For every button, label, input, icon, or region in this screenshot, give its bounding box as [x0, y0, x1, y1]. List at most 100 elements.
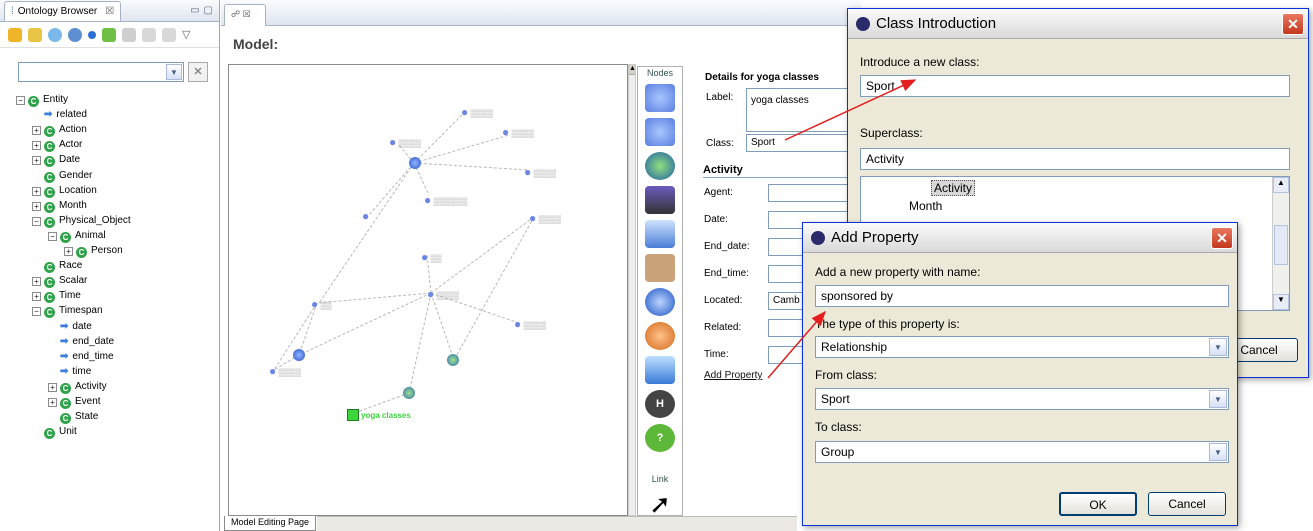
- tree-item-scalar[interactable]: + C Scalar: [32, 273, 87, 289]
- globe-node[interactable]: [409, 157, 421, 169]
- tree-item-animal[interactable]: − C Animal: [48, 228, 106, 243]
- chevron-down-icon[interactable]: ▼: [166, 64, 182, 80]
- cancel-button[interactable]: Cancel: [1148, 492, 1226, 516]
- collapse-icon[interactable]: −: [16, 96, 25, 105]
- tree-item-date[interactable]: ➡ date: [48, 319, 92, 334]
- expand-icon[interactable]: +: [32, 277, 41, 287]
- superclass-input[interactable]: Activity: [860, 148, 1290, 170]
- person-node[interactable]: ● ▒▒▒▒: [502, 125, 534, 139]
- activity-gear-icon[interactable]: [645, 186, 675, 214]
- group-node[interactable]: ● ▒▒▒▒: [529, 211, 561, 225]
- tree-item-end-date[interactable]: ➡ end_date: [48, 334, 114, 349]
- expand-icon[interactable]: +: [32, 156, 41, 166]
- refresh-icon[interactable]: [102, 27, 116, 42]
- tab-ontology-browser[interactable]: ⁞ Ontology Browser ☒: [4, 0, 122, 21]
- h-icon[interactable]: H: [645, 390, 675, 418]
- close-icon[interactable]: ✕: [1282, 13, 1304, 35]
- tree-scrollbar[interactable]: ▲ ▼: [1272, 177, 1289, 310]
- person-node[interactable]: ● ▒▒▒▒: [427, 287, 459, 301]
- tree-item-time[interactable]: ➡ time: [48, 364, 91, 379]
- expand-icon[interactable]: +: [48, 398, 57, 407]
- question-icon[interactable]: ?: [645, 424, 675, 452]
- expand-icon[interactable]: +: [32, 141, 41, 151]
- expand-icon[interactable]: +: [48, 382, 57, 392]
- sphere-icon[interactable]: [645, 288, 675, 316]
- clear-search-button[interactable]: ✕: [188, 62, 208, 82]
- property-name-input[interactable]: sponsored by: [815, 285, 1229, 307]
- person-node[interactable]: ● ▒▒▒▒: [514, 317, 546, 331]
- expand-icon[interactable]: +: [32, 201, 41, 211]
- collapse-icon[interactable]: −: [32, 216, 41, 226]
- open-folder-icon[interactable]: [28, 27, 42, 42]
- tree-item-timespan[interactable]: − C Timespan: [32, 303, 103, 319]
- tree-item-unit[interactable]: C Unit: [32, 424, 77, 440]
- chevron-down-icon[interactable]: ▼: [1209, 338, 1227, 356]
- tree-item-location[interactable]: + C Location: [32, 183, 97, 198]
- group-node[interactable]: ● ▒▒▒▒: [389, 135, 421, 149]
- person-icon[interactable]: [645, 84, 675, 112]
- tree-item-month[interactable]: + C Month: [32, 198, 87, 213]
- ok-button[interactable]: OK: [1059, 492, 1137, 516]
- expand-icon[interactable]: +: [32, 292, 41, 302]
- tree-item-person[interactable]: + C Person: [64, 243, 123, 258]
- collapse-icon[interactable]: −: [48, 231, 57, 241]
- expand-icon[interactable]: +: [64, 247, 73, 256]
- collapse-icon[interactable]: −: [32, 307, 41, 317]
- class-name-input[interactable]: Sport: [860, 75, 1290, 97]
- group-node[interactable]: ● ▒▒: [311, 297, 332, 311]
- expand-icon[interactable]: +: [32, 186, 41, 196]
- tree-item-gender[interactable]: C Gender: [32, 168, 92, 183]
- close-icon[interactable]: ☒: [105, 6, 114, 17]
- tree-item-selected[interactable]: Activity: [931, 180, 976, 196]
- add-property-icon[interactable]: [48, 27, 62, 42]
- from-class-select[interactable]: Sport ▼: [815, 388, 1229, 410]
- expand-icon[interactable]: +: [32, 126, 41, 136]
- document-icon[interactable]: [645, 322, 675, 350]
- tree-item-physical-object[interactable]: − C Physical_Object: [32, 213, 131, 228]
- tree-item-event[interactable]: + C Event: [48, 394, 101, 409]
- maximize-icon[interactable]: ▢: [204, 5, 213, 16]
- tree-item-related[interactable]: ➡ related: [32, 107, 87, 122]
- chevron-down-icon[interactable]: ▽: [182, 28, 190, 41]
- tree-item[interactable]: Month: [909, 199, 942, 213]
- home-icon[interactable]: [122, 27, 136, 42]
- link-arrow-icon[interactable]: ➚: [645, 490, 675, 518]
- tree-item-actor[interactable]: + C Actor: [32, 137, 82, 153]
- group-node[interactable]: ● ▒▒: [421, 250, 442, 264]
- tree-item-race[interactable]: C Race: [32, 258, 82, 274]
- person-node[interactable]: ● ▒▒▒▒: [524, 165, 556, 179]
- group-node[interactable]: ● ▒▒▒▒▒▒: [424, 193, 467, 207]
- group-icon[interactable]: [645, 118, 675, 146]
- physical-object-icon[interactable]: [645, 254, 675, 282]
- add-link-icon[interactable]: [68, 27, 82, 42]
- person-node[interactable]: ● ▒▒▒▒: [269, 364, 301, 378]
- close-icon[interactable]: ✕: [1211, 227, 1233, 249]
- tree-item-action[interactable]: + C Action: [32, 122, 87, 138]
- to-class-select[interactable]: Group ▼: [815, 441, 1229, 463]
- location-globe-icon[interactable]: [645, 152, 675, 180]
- tab-model-editing-page[interactable]: Model Editing Page: [224, 516, 317, 531]
- back-icon[interactable]: [142, 27, 156, 42]
- graph-scrollbar[interactable]: ▲: [628, 64, 636, 516]
- minimize-icon[interactable]: ▭: [190, 5, 199, 16]
- globe-node[interactable]: [403, 387, 415, 399]
- add-property-link[interactable]: Add Property: [704, 370, 762, 381]
- tree-item-state[interactable]: C State: [48, 409, 98, 425]
- class-field[interactable]: Sport: [746, 134, 860, 152]
- tab-model[interactable]: ☍ ☒: [224, 4, 266, 26]
- dot-icon[interactable]: [88, 30, 96, 39]
- open-class-icon[interactable]: [8, 27, 22, 42]
- chevron-down-icon[interactable]: ▼: [1209, 443, 1227, 461]
- globe-node[interactable]: [293, 349, 305, 361]
- calendar-icon[interactable]: [645, 220, 675, 248]
- group-node[interactable]: ●: [362, 209, 369, 223]
- tree-item-activity[interactable]: + C Activity: [48, 379, 107, 394]
- forward-icon[interactable]: [162, 27, 176, 42]
- tree-item-entity[interactable]: − C Entity: [16, 92, 68, 107]
- chevron-down-icon[interactable]: ▼: [1209, 390, 1227, 408]
- tree-item-end-time[interactable]: ➡ end_time: [48, 349, 114, 364]
- help-query-icon[interactable]: [645, 356, 675, 384]
- ontology-search-combo[interactable]: ▼: [18, 62, 184, 82]
- selected-activity-node[interactable]: yoga classes: [347, 409, 411, 421]
- tree-item-date[interactable]: + C Date: [32, 152, 80, 168]
